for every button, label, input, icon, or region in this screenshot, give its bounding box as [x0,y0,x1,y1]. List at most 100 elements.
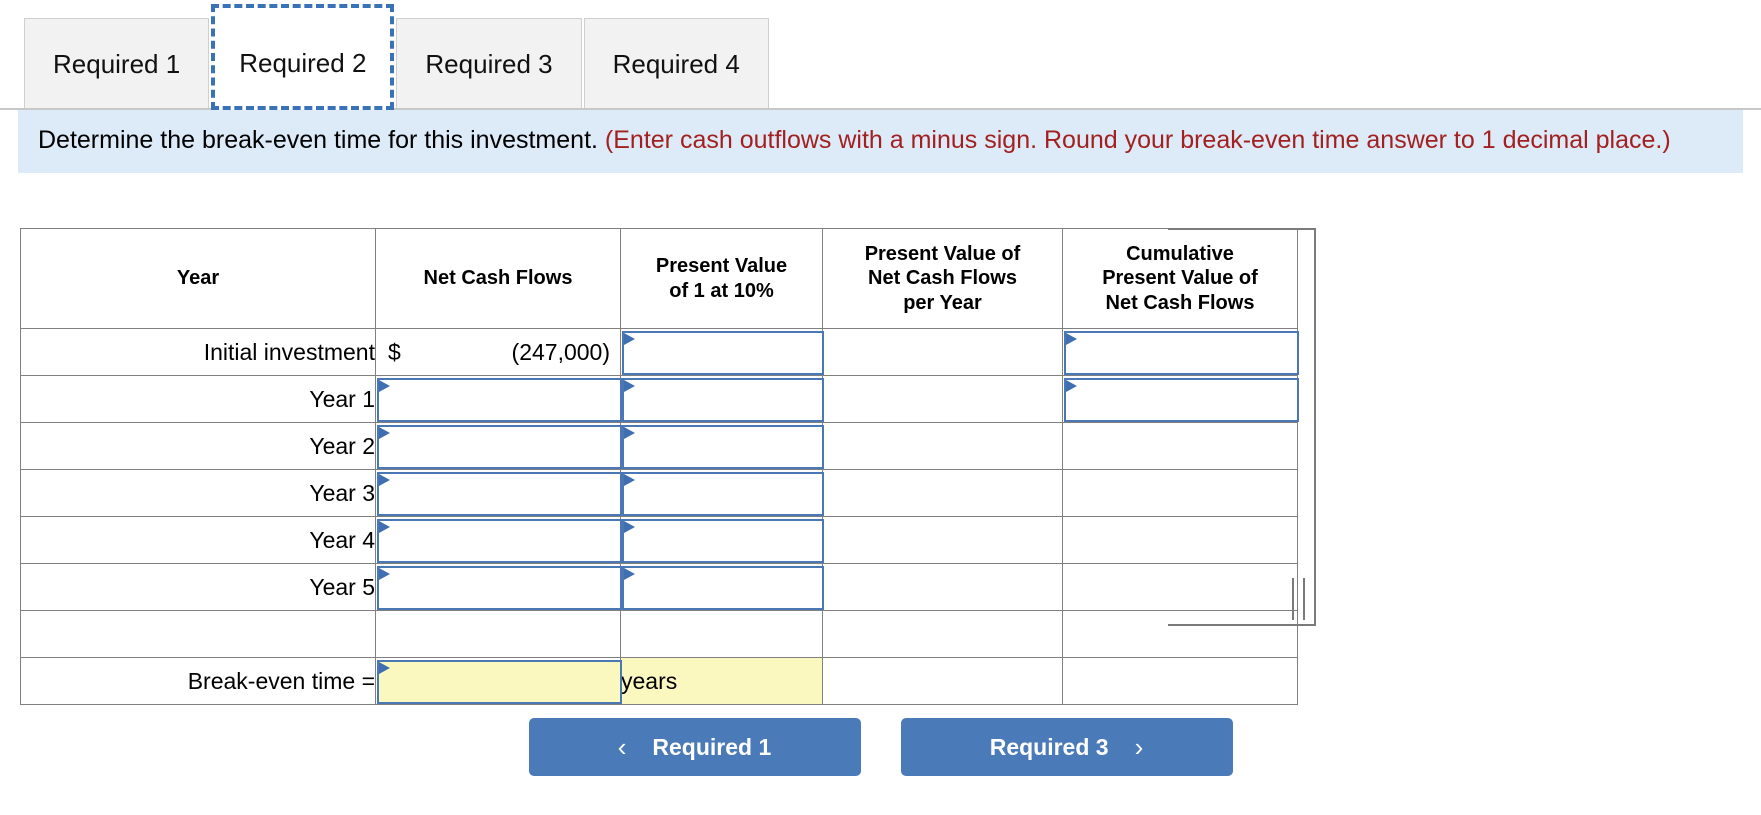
cell-flag-icon [624,333,635,345]
cell-net-cash-flows-year-3[interactable] [375,469,622,517]
table-row: Year 1 [20,375,1299,423]
tab-required-3[interactable]: Required 3 [396,18,582,110]
cell-flag-icon [624,521,635,533]
table-head: Year Net Cash Flows Present Value of 1 a… [20,228,1298,329]
cell-net-cash-flows-year-5[interactable] [375,563,622,611]
cell-flag-icon [379,568,390,580]
page-root: Required 1 Required 2 Required 3 Require… [0,0,1761,815]
tab-label: Required 2 [239,47,367,78]
column-header-net-cash-flows: Net Cash Flows [375,228,621,329]
cell-breakeven-spacer-1 [822,657,1063,705]
table-row-total [20,610,1298,658]
cell-net-cash-flows-year-1[interactable] [375,375,622,423]
breakeven-time-input[interactable] [377,660,622,704]
row-label-year-1: Year 1 [20,375,376,423]
cell-pv-net-cash-flows-year-2 [822,422,1063,470]
prev-required-label: Required 1 [652,733,772,760]
pv-factor-input[interactable] [622,425,824,469]
pv-factor-input[interactable] [622,331,824,375]
cell-flag-icon [379,427,390,439]
cumulative-pv-input[interactable] [1064,331,1299,375]
column-header-pv-net-cash-flows-per-year: Present Value of Net Cash Flows per Year [822,228,1063,329]
header-line: Present Value of [864,242,1021,265]
cell-cumulative-pv-year-1[interactable] [1062,375,1299,423]
cell-pv-factor-total [620,610,823,658]
row-label-year-2: Year 2 [20,422,376,470]
header-line: Present Value [655,255,788,278]
net-cash-flows-input[interactable] [377,519,622,563]
tab-required-4[interactable]: Required 4 [583,18,769,110]
row-label-breakeven-time: Break-even time = [20,657,376,705]
cell-cumulative-pv-total [1062,610,1298,658]
pv-factor-input[interactable] [622,472,824,516]
cell-net-cash-flows-year-4[interactable] [375,516,622,564]
navigation-buttons: ‹ Required 1 Required 3 › [0,718,1761,776]
tab-required-2[interactable]: Required 2 [211,4,395,110]
cell-breakeven-spacer-2 [1062,657,1298,705]
cell-flag-icon [379,474,390,486]
header-line: Year [176,267,220,290]
pv-factor-input[interactable] [622,378,824,422]
table-row: Year 4 [20,516,1298,564]
cumulative-pv-input[interactable] [1064,378,1299,422]
cell-pv-net-cash-flows-year-4 [822,516,1063,564]
tab-required-1[interactable]: Required 1 [24,18,210,110]
table-resize-grip[interactable] [1290,578,1310,620]
chevron-right-icon: › [1134,732,1144,762]
net-cash-flows-input[interactable] [377,566,622,610]
cell-cumulative-pv-year-4 [1062,516,1298,564]
cell-net-cash-flows-year-2[interactable] [375,422,622,470]
cell-net-cash-flows-initial-investment: $ (247,000) [375,328,621,376]
cell-cumulative-pv-year-2 [1062,422,1298,470]
header-line: Net Cash Flows [423,267,573,290]
instruction-panel: Determine the break-even time for this i… [18,110,1743,173]
net-cash-flows-input[interactable] [377,425,622,469]
cell-pv-factor-initial-investment[interactable] [620,328,824,376]
net-cash-flows-input[interactable] [377,472,622,516]
net-cash-flows-input[interactable] [377,378,622,422]
tab-label: Required 3 [425,49,553,79]
header-line: Net Cash Flows [868,267,1017,290]
header-line: of 1 at 10% [669,279,774,302]
cell-breakeven-time-value[interactable] [375,657,622,705]
currency-symbol: $ [388,338,401,365]
column-header-present-value-factor: Present Value of 1 at 10% [620,228,823,329]
row-label-year-4: Year 4 [20,516,376,564]
next-required-button[interactable]: Required 3 › [900,718,1233,776]
cell-cumulative-pv-initial-investment[interactable] [1062,328,1299,376]
cell-net-cash-flows-total [375,610,621,658]
cell-flag-icon [379,521,390,533]
cell-flag-icon [379,662,390,674]
header-line: Cumulative [1126,242,1234,265]
header-line: per Year [903,291,982,314]
cell-pv-factor-year-3[interactable] [620,469,824,517]
cell-pv-factor-year-5[interactable] [620,563,824,611]
tab-label: Required 1 [53,49,181,79]
cell-flag-icon [1066,380,1077,392]
cell-flag-icon [624,474,635,486]
required-tabs: Required 1 Required 2 Required 3 Require… [0,0,1761,110]
amount-value: (247,000) [511,338,610,365]
row-label-total [20,610,376,658]
pv-factor-input[interactable] [622,566,824,610]
table-body: Initial investment $ (247,000) Year 1 Ye… [20,328,1299,705]
row-label-year-3: Year 3 [20,469,376,517]
prev-required-button[interactable]: ‹ Required 1 [528,718,861,776]
table-row: Year 2 [20,422,1298,470]
worksheet-table-container: Year Net Cash Flows Present Value of 1 a… [20,228,1299,705]
pv-factor-input[interactable] [622,519,824,563]
table-row: Year 5 [20,563,1298,611]
cell-flag-icon [624,380,635,392]
instruction-note-text: (Enter cash outflows with a minus sign. … [604,126,1671,154]
cell-pv-factor-year-1[interactable] [620,375,824,423]
chevron-left-icon: ‹ [617,732,627,762]
cell-pv-factor-year-4[interactable] [620,516,824,564]
cell-flag-icon [624,427,635,439]
cell-flag-icon [379,380,390,392]
cell-pv-factor-year-2[interactable] [620,422,824,470]
table-row: Year 3 [20,469,1298,517]
cell-cumulative-pv-year-5 [1062,563,1298,611]
worksheet-table: Year Net Cash Flows Present Value of 1 a… [20,228,1299,705]
row-label-year-5: Year 5 [20,563,376,611]
table-header-row: Year Net Cash Flows Present Value of 1 a… [20,228,1298,329]
